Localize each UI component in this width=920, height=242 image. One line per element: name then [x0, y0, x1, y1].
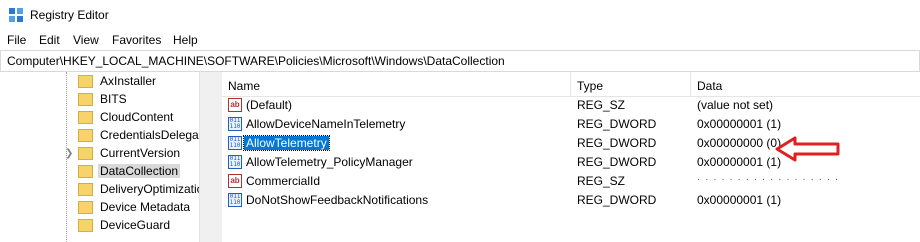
value-row-donotshowfeedbacknotifications[interactable]: 011 110 DoNotShowFeedbackNotifications RE…	[222, 191, 920, 210]
column-divider[interactable]	[690, 72, 691, 96]
tree-item-device-metadata[interactable]: Device Metadata	[70, 199, 218, 217]
value-data: (value not set)	[697, 98, 774, 112]
tree-item-currentversion[interactable]: ❯ CurrentVersion	[65, 145, 218, 163]
value-data: 0x00000001 (1)	[697, 155, 782, 169]
registry-editor-icon	[9, 8, 23, 22]
value-type: REG_DWORD	[577, 193, 657, 207]
tree-item-credentialsdelegation[interactable]: CredentialsDelegat	[70, 127, 218, 145]
tree-item-deliveryoptimization[interactable]: DeliveryOptimizatic	[70, 181, 218, 199]
menu-favorites[interactable]: Favorites	[112, 33, 161, 47]
folder-icon	[78, 201, 93, 214]
tree-item-label: CurrentVersion	[100, 146, 181, 160]
folder-icon	[78, 147, 93, 160]
value-row-commercialid[interactable]: ab CommercialId REG_SZ · · · · · · · · ·…	[222, 172, 920, 191]
value-data: 0x00000001 (1)	[697, 117, 782, 131]
menu-bar: File Edit View Favorites Help	[0, 30, 920, 50]
folder-icon	[78, 93, 93, 106]
value-type: REG_DWORD	[577, 117, 657, 131]
list-header: Name Type Data	[222, 72, 920, 97]
menu-file[interactable]: File	[7, 33, 26, 47]
tree-item-cloudcontent[interactable]: CloudContent	[70, 109, 218, 127]
value-type: REG_SZ	[577, 174, 626, 188]
value-row-default[interactable]: ab (Default) REG_SZ (value not set)	[222, 96, 920, 115]
tree-item-deviceguard[interactable]: DeviceGuard	[70, 217, 218, 235]
value-data: 0x00000000 (0)	[697, 136, 782, 150]
value-data-redacted: · · · · · · · · · · · · · · · · · ·	[697, 174, 840, 185]
column-header-data[interactable]: Data	[697, 79, 722, 93]
menu-view[interactable]: View	[73, 33, 99, 47]
window-title: Registry Editor	[30, 8, 109, 22]
dword-value-icon: 011 110	[228, 193, 242, 207]
tree-item-bits[interactable]: BITS	[70, 91, 218, 109]
tree-item-label: CredentialsDelegat	[100, 128, 203, 142]
value-row-allowdevicenameintelemetry[interactable]: 011 110 AllowDeviceNameInTelemetry REG_DW…	[222, 115, 920, 134]
red-arrow-icon	[775, 136, 840, 162]
folder-icon	[78, 75, 93, 88]
menu-help[interactable]: Help	[173, 33, 198, 47]
tree-item-label: DeviceGuard	[100, 218, 171, 232]
folder-icon	[78, 111, 93, 124]
value-name: DoNotShowFeedbackNotifications	[246, 193, 429, 207]
folder-icon	[78, 165, 93, 178]
tree-item-label: AxInstaller	[100, 74, 157, 88]
column-header-name[interactable]: Name	[228, 79, 260, 93]
key-tree: AxInstaller BITS CloudContent Credential…	[0, 72, 218, 242]
tree-scrollbar[interactable]	[199, 72, 218, 242]
dword-value-icon: 011 110	[228, 136, 242, 150]
value-type: REG_DWORD	[577, 155, 657, 169]
title-bar: Registry Editor	[0, 0, 920, 30]
dword-value-icon: 011 110	[228, 117, 242, 131]
address-bar[interactable]: Computer\HKEY_LOCAL_MACHINE\SOFTWARE\Pol…	[0, 50, 920, 72]
chevron-right-icon[interactable]: ❯	[65, 148, 73, 159]
string-value-icon: ab	[228, 174, 242, 188]
tree-item-axinstaller[interactable]: AxInstaller	[70, 73, 218, 91]
value-type: REG_DWORD	[577, 136, 657, 150]
tree-item-label: Device Metadata	[100, 200, 191, 214]
column-divider[interactable]	[570, 72, 571, 96]
menu-edit[interactable]: Edit	[39, 33, 60, 47]
tree-item-label: BITS	[100, 92, 127, 106]
tree-item-datacollection[interactable]: DataCollection	[70, 163, 218, 181]
address-path[interactable]: Computer\HKEY_LOCAL_MACHINE\SOFTWARE\Pol…	[7, 54, 505, 68]
folder-icon	[78, 129, 93, 142]
folder-icon	[78, 183, 93, 196]
dword-value-icon: 011 110	[228, 155, 242, 169]
value-name: CommercialId	[246, 174, 321, 188]
tree-item-label: DataCollection	[98, 164, 181, 178]
value-name: AllowTelemetry_PolicyManager	[246, 155, 413, 169]
value-data: 0x00000001 (1)	[697, 193, 782, 207]
value-name: AllowTelemetry	[243, 135, 330, 151]
tree-item-label: DeliveryOptimizatic	[100, 182, 203, 196]
tree-item-label: CloudContent	[100, 110, 174, 124]
folder-icon	[78, 219, 93, 232]
value-name: (Default)	[246, 98, 293, 112]
string-value-icon: ab	[228, 98, 242, 112]
column-header-type[interactable]: Type	[577, 79, 603, 93]
value-type: REG_SZ	[577, 98, 626, 112]
value-name: AllowDeviceNameInTelemetry	[246, 117, 406, 131]
